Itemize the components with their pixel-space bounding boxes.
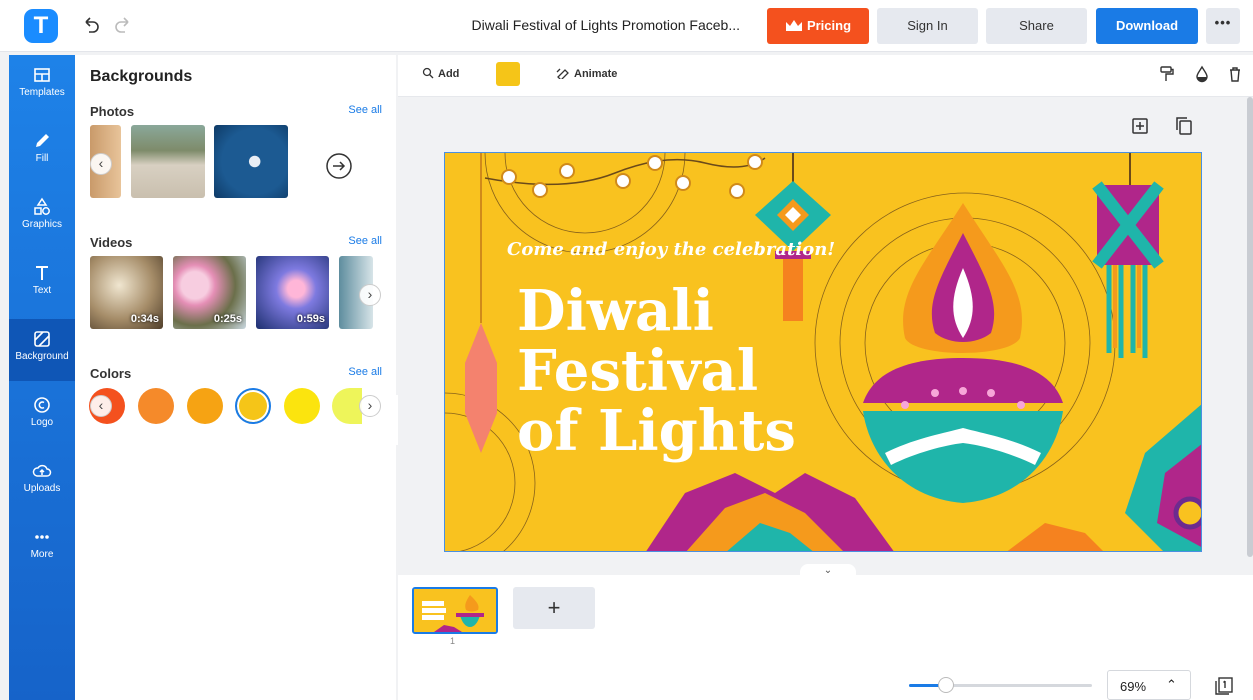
- zoom-slider-handle[interactable]: [938, 677, 954, 693]
- photos-section-title: Photos: [90, 104, 135, 119]
- page-thumbnail-preview: [414, 589, 496, 632]
- sidebar-item-label: Logo: [30, 417, 54, 428]
- left-navigation: Templates Fill Graphics Text Background …: [9, 55, 75, 700]
- sidebar-item-label: Text: [32, 285, 52, 296]
- sidebar-item-uploads[interactable]: Uploads: [9, 451, 75, 513]
- design-canvas[interactable]: Come and enjoy the celebration! Diwali F…: [444, 152, 1202, 552]
- cloud-upload-icon: [32, 464, 52, 477]
- undo-icon[interactable]: [80, 14, 102, 36]
- colors-see-all-link[interactable]: See all: [348, 366, 382, 378]
- more-dots-icon: [35, 535, 49, 539]
- add-label: Add: [438, 68, 460, 80]
- sidebar-item-label: Uploads: [23, 483, 61, 494]
- document-title[interactable]: Diwali Festival of Lights Promotion Face…: [430, 17, 740, 33]
- add-page-button[interactable]: +: [513, 587, 595, 629]
- zoom-slider[interactable]: [909, 684, 1092, 687]
- sidebar-item-label: Templates: [19, 87, 65, 98]
- animate-label: Animate: [574, 68, 618, 80]
- text-icon: [36, 266, 48, 280]
- design-title-line-1[interactable]: Diwali: [517, 281, 714, 341]
- sidebar-item-graphics[interactable]: Graphics: [9, 187, 75, 249]
- sidebar-item-logo[interactable]: Logo: [9, 385, 75, 447]
- pricing-label: Pricing: [806, 18, 852, 33]
- arrow-right-icon[interactable]: [325, 152, 353, 180]
- video-thumbnail[interactable]: 0:25s: [173, 256, 246, 329]
- animate-button[interactable]: Animate: [556, 67, 618, 81]
- animate-icon: [556, 68, 569, 81]
- sidebar-item-label: Background: [15, 351, 69, 362]
- chevron-up-icon: ⌃: [1166, 677, 1177, 692]
- top-bar: T Diwali Festival of Lights Promotion Fa…: [0, 0, 1253, 52]
- color-swatch[interactable]: [138, 388, 174, 424]
- page-thumbnail[interactable]: [412, 587, 498, 634]
- page-overview-icon[interactable]: [1214, 676, 1234, 696]
- shapes-icon: [34, 197, 50, 215]
- sidebar-item-label: More: [30, 549, 54, 560]
- duplicate-page-icon[interactable]: [1174, 116, 1194, 136]
- add-button[interactable]: Add: [422, 67, 459, 80]
- sidebar-item-more[interactable]: More: [9, 517, 75, 579]
- video-thumbnail[interactable]: 0:59s: [256, 256, 329, 329]
- pencil-icon: [36, 134, 49, 147]
- templates-icon: [34, 68, 50, 82]
- paint-roller-icon[interactable]: [1158, 65, 1176, 83]
- videos-section-title: Videos: [90, 235, 133, 250]
- sidebar-item-fill[interactable]: Fill: [9, 121, 75, 183]
- photos-see-all-link[interactable]: See all: [348, 104, 382, 116]
- fill-color-button[interactable]: [496, 62, 520, 86]
- download-button[interactable]: Download: [1096, 8, 1198, 44]
- add-search-icon: [422, 67, 434, 79]
- color-swatch-selected[interactable]: [235, 388, 271, 424]
- sidebar-item-background[interactable]: Background: [9, 319, 75, 381]
- sidebar-item-label: Graphics: [21, 219, 62, 230]
- zoom-level-dropdown[interactable]: 69% ⌃: [1107, 670, 1191, 700]
- video-duration: 0:34s: [130, 313, 159, 325]
- photo-thumbnail[interactable]: [131, 125, 205, 198]
- color-swatch[interactable]: [332, 388, 362, 424]
- share-button[interactable]: Share: [986, 8, 1087, 44]
- videos-see-all-link[interactable]: See all: [348, 235, 382, 247]
- logo-icon: [34, 397, 50, 413]
- zoom-value: 69%: [1120, 679, 1147, 694]
- chevron-left-icon[interactable]: ‹: [90, 153, 112, 175]
- chevron-right-icon[interactable]: ›: [359, 284, 381, 306]
- canvas-scrollbar[interactable]: [1247, 97, 1253, 557]
- design-title-line-2[interactable]: Festival: [517, 341, 758, 401]
- color-swatch[interactable]: [284, 388, 320, 424]
- editor-toolbar: Add Animate: [398, 55, 1253, 97]
- add-frame-icon[interactable]: [1130, 116, 1150, 136]
- app-logo[interactable]: T: [24, 9, 58, 43]
- chevron-right-icon[interactable]: ›: [359, 395, 381, 417]
- sidebar-item-templates[interactable]: Templates: [9, 55, 75, 117]
- sidebar-item-label: Fill: [35, 153, 49, 164]
- video-duration: 0:59s: [296, 313, 325, 325]
- color-swatch[interactable]: [187, 388, 223, 424]
- colors-section-title: Colors: [90, 366, 132, 381]
- photo-thumbnail[interactable]: [214, 125, 288, 198]
- opacity-drop-icon[interactable]: [1193, 65, 1211, 83]
- crown-icon: [785, 20, 802, 31]
- backgrounds-panel: Backgrounds Photos See all ‹ Videos See …: [75, 55, 396, 700]
- video-thumbnail[interactable]: 0:34s: [90, 256, 163, 329]
- trash-icon[interactable]: [1226, 65, 1244, 83]
- video-duration: 0:25s: [213, 313, 242, 325]
- pricing-button[interactable]: Pricing: [767, 8, 869, 44]
- redo-icon[interactable]: [112, 14, 134, 36]
- page-number: 1: [450, 636, 456, 646]
- chevron-left-icon[interactable]: ‹: [90, 395, 112, 417]
- sign-in-button[interactable]: Sign In: [877, 8, 978, 44]
- background-icon: [34, 331, 50, 347]
- more-options-button[interactable]: •••: [1206, 8, 1240, 44]
- design-subtitle[interactable]: Come and enjoy the celebration!: [507, 239, 835, 260]
- sidebar-item-text[interactable]: Text: [9, 253, 75, 315]
- design-title-line-3[interactable]: of Lights: [517, 401, 796, 461]
- panel-title: Backgrounds: [90, 68, 193, 85]
